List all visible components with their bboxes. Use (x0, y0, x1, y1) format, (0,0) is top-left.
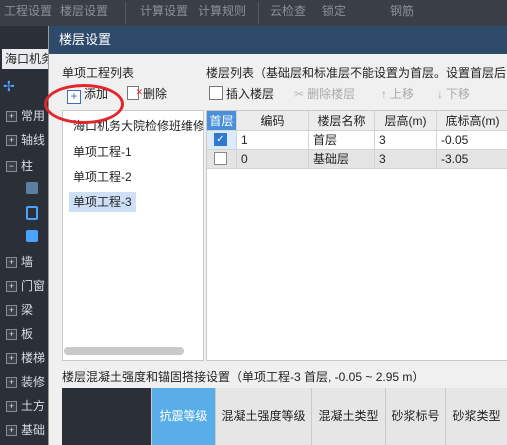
toolbar-item[interactable]: 计算设置 (140, 2, 188, 19)
move-up-button[interactable]: ↑ 上移 (381, 83, 414, 105)
insert-floor-icon (209, 86, 223, 100)
sidebar-item-wall[interactable]: + 墙 (0, 251, 48, 273)
column-header-first-floor[interactable]: 首层 (207, 111, 237, 131)
sidebar-item-stair[interactable]: + 楼梯 (0, 347, 48, 369)
delete-floor-icon: ✂ (294, 87, 305, 101)
table-cell[interactable]: ✓ (207, 131, 237, 150)
sidebar-item-beam[interactable]: + 梁 (0, 299, 48, 321)
table-cell[interactable]: 3 (375, 131, 437, 150)
arrow-up-icon: ↑ (381, 87, 387, 101)
plus-box-icon: + (6, 377, 17, 389)
highlight-annotation (44, 84, 124, 124)
plus-box-icon: + (6, 353, 17, 365)
column-header-code[interactable]: 编码 (237, 111, 309, 131)
strength-settings-table: 抗震等级 混凝土强度等级 混凝土类型 砂浆标号 砂浆类型 (62, 388, 507, 445)
table-cell[interactable]: 基础层 (309, 150, 375, 169)
column-concrete-type[interactable]: 混凝土类型 (312, 388, 386, 445)
sidebar-item-foundation[interactable]: + 基础 (0, 419, 48, 441)
table-corner (62, 388, 152, 445)
plus-box-icon: + (6, 329, 17, 341)
floor-settings-dialog: 楼层设置 单项工程列表 +添加 删除 海口机务大院检修班维修工程 单项工程-1 … (48, 26, 507, 445)
toolbar-item[interactable]: 工程设置 (4, 2, 52, 19)
project-list-label: 单项工程列表 (62, 66, 135, 80)
horizontal-scrollbar[interactable] (64, 347, 184, 355)
move-down-button[interactable]: ↓ 下移 (437, 83, 470, 105)
list-item-selected[interactable]: 单项工程-3 (69, 192, 136, 212)
column-seismic-grade[interactable]: 抗震等级 (152, 388, 216, 445)
toolbar-item[interactable]: 钢筋 (390, 2, 414, 19)
arrow-down-icon: ↓ (437, 87, 443, 101)
first-floor-checkbox[interactable] (214, 152, 227, 165)
plus-box-icon: + (6, 305, 17, 317)
toolbar-item[interactable]: 计算规则 (198, 2, 246, 19)
column-cap-icon[interactable] (26, 206, 38, 220)
table-cell[interactable]: -0.05 (437, 131, 507, 150)
toolbar-divider (125, 2, 126, 24)
project-list[interactable]: 海口机务大院检修班维修工程 单项工程-1 单项工程-2 单项工程-3 (62, 110, 204, 361)
sidebar-item-common[interactable]: + 常用 (0, 105, 48, 127)
strength-settings-label: 楼层混凝土强度和锚固搭接设置（单项工程-3 首层, -0.05 ~ 2.95 m… (62, 370, 425, 384)
minus-box-icon: − (6, 161, 17, 173)
delete-project-button[interactable]: 删除 (127, 81, 167, 105)
insert-floor-button[interactable]: 插入楼层 (209, 83, 274, 105)
plus-box-icon: + (6, 281, 17, 293)
plus-box-icon: + (6, 257, 17, 269)
plus-box-icon: + (6, 135, 17, 147)
delete-floor-button[interactable]: ✂ 删除楼层 (294, 83, 355, 105)
column-header-bottom-elevation[interactable]: 底标高(m) (437, 111, 507, 131)
column-header-height[interactable]: 层高(m) (375, 111, 437, 131)
sidebar-item-column[interactable]: − 柱 (0, 155, 48, 177)
table-cell[interactable]: -3.05 (437, 150, 507, 169)
table-cell[interactable]: 3 (375, 150, 437, 169)
toolbar-divider (258, 2, 259, 24)
table-cell[interactable]: 首层 (309, 131, 375, 150)
toolbar-item[interactable]: 楼层设置 (60, 2, 108, 19)
list-item[interactable]: 单项工程-2 (69, 167, 136, 187)
table-cell[interactable] (207, 150, 237, 169)
column-frame-icon[interactable] (26, 230, 38, 242)
pin-icon[interactable]: ✢ (3, 78, 15, 95)
list-item[interactable]: 单项工程-1 (69, 142, 136, 162)
dialog-title[interactable]: 楼层设置 (49, 26, 507, 54)
floor-list-label: 楼层列表（基础层和标准层不能设置为首层。设置首层后 (206, 66, 507, 80)
column-icon[interactable] (26, 182, 38, 194)
toolbar-item[interactable]: 云检查 (270, 2, 306, 19)
table-cell[interactable]: 0 (237, 150, 309, 169)
project-name-field[interactable]: 海口机务 (2, 49, 51, 69)
first-floor-checkbox[interactable]: ✓ (214, 133, 227, 146)
sidebar-item-decoration[interactable]: + 装修 (0, 371, 48, 393)
plus-box-icon: + (6, 401, 17, 413)
sidebar-item-door-window[interactable]: + 门窗 (0, 275, 48, 297)
sidebar-item-axis[interactable]: + 轴线 (0, 129, 48, 151)
floor-grid: 首层 编码 楼层名称 层高(m) 底标高(m) ✓ 1 首层 3 -0.05 0… (206, 110, 507, 361)
delete-icon (127, 81, 143, 103)
plus-box-icon: + (6, 425, 17, 437)
column-mortar-grade[interactable]: 砂浆标号 (386, 388, 446, 445)
background-toolbar: 工程设置 楼层设置 计算设置 计算规则 云检查 锁定 钢筋 (0, 0, 507, 26)
left-sidebar: 海口机务 ✢ + 常用 + 轴线 − 柱 + 墙 + 门窗 + 梁 + 板 + 楼梯 + 装修 +… (0, 26, 51, 445)
sidebar-item-earthwork[interactable]: + 土方 (0, 395, 48, 417)
column-mortar-type[interactable]: 砂浆类型 (446, 388, 507, 445)
toolbar-item[interactable]: 锁定 (322, 2, 346, 19)
column-header-floor-name[interactable]: 楼层名称 (309, 111, 375, 131)
column-concrete-strength[interactable]: 混凝土强度等级 (216, 388, 312, 445)
plus-box-icon: + (6, 111, 17, 123)
table-cell[interactable]: 1 (237, 131, 309, 150)
sidebar-item-slab[interactable]: + 板 (0, 323, 48, 345)
